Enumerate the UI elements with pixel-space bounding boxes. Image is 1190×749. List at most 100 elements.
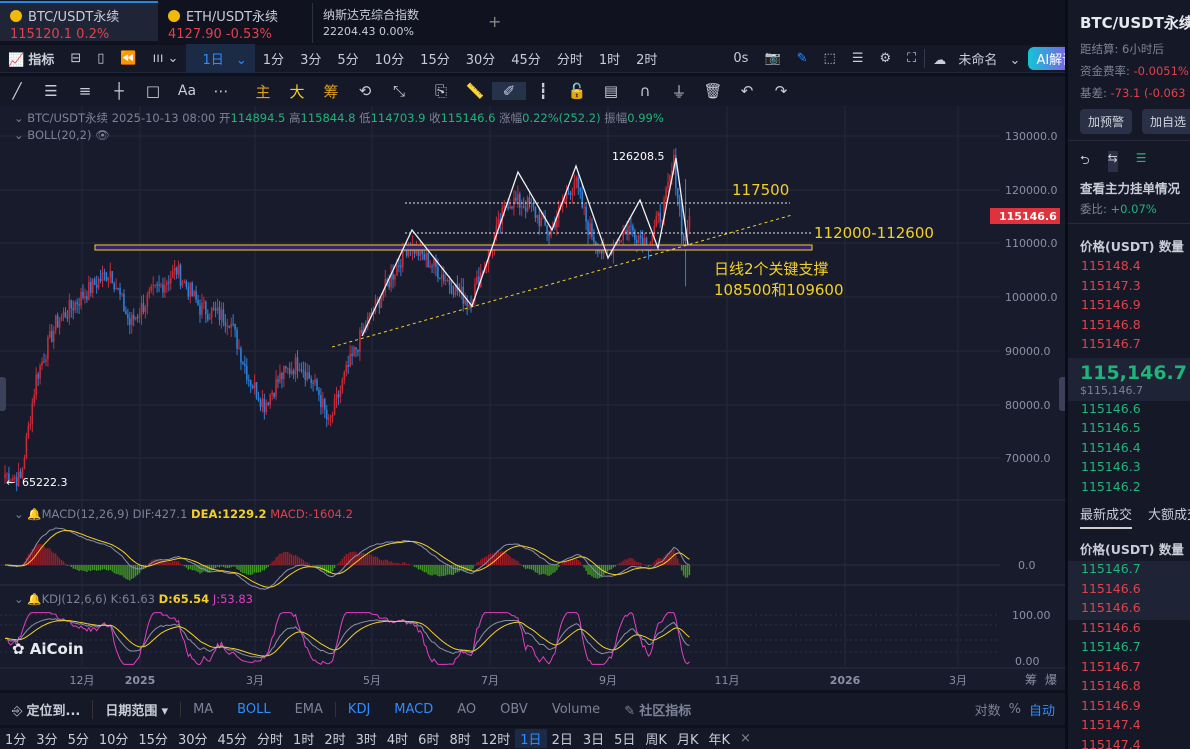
list-icon[interactable]: ☰: [844, 51, 872, 66]
community-indicators[interactable]: ✎ 社区指标: [612, 700, 703, 719]
orderbook-row[interactable]: 115146.9: [1068, 297, 1190, 317]
bottom-interval-4[interactable]: 15分: [133, 729, 173, 748]
bottom-interval-6[interactable]: 45分: [212, 729, 252, 748]
redo-icon[interactable]: ↷: [764, 82, 798, 100]
orderbook-row[interactable]: 115146.6: [1068, 401, 1190, 421]
tab-latest-trades[interactable]: 最新成交: [1080, 504, 1133, 529]
candle-type-icon[interactable]: ııı ⌄: [145, 51, 187, 66]
left-panel-handle[interactable]: [0, 377, 6, 411]
parallel-tool-icon[interactable]: ☰: [34, 82, 68, 100]
ind-ma[interactable]: MA: [180, 701, 225, 717]
orderbook-list-icon[interactable]: ☰: [1136, 151, 1147, 172]
orderbook-row[interactable]: 115146.4: [1068, 440, 1190, 460]
text-tool-icon[interactable]: Aa: [170, 83, 204, 99]
ind-ema[interactable]: EMA: [283, 702, 335, 717]
orderbook-row[interactable]: 115146.3: [1068, 459, 1190, 479]
tab-nasdaq[interactable]: 纳斯达克综合指数 22204.43 0.00%: [312, 3, 462, 43]
ind-volume[interactable]: Volume: [540, 702, 612, 717]
interval-1m[interactable]: 1分: [255, 49, 292, 68]
bottom-interval-8[interactable]: 1时: [288, 729, 319, 748]
close-intervals-button[interactable]: ×: [735, 731, 756, 746]
ind-macd[interactable]: MACD: [382, 702, 445, 717]
template-icon[interactable]: ⬚: [816, 51, 844, 66]
channel-tool-icon[interactable]: ≡: [68, 82, 102, 100]
ruler-icon[interactable]: 📏: [458, 82, 492, 100]
axis-tool[interactable]: 爆: [1045, 673, 1057, 687]
bookmark-icon[interactable]: ⎘: [424, 82, 458, 100]
orderbook-row[interactable]: 115146.7: [1068, 336, 1190, 356]
bottom-interval-11[interactable]: 4时: [382, 729, 413, 748]
layout-name-select[interactable]: ☁ 未命名 ⌄: [924, 49, 1028, 68]
ind-ao[interactable]: AO: [445, 702, 488, 717]
camera-icon[interactable]: 📷: [756, 51, 788, 66]
boll-label[interactable]: ⌄ BOLL(20,2) 👁: [14, 128, 110, 142]
main-orders-link[interactable]: 查看主力挂单情况: [1068, 172, 1190, 197]
bottom-interval-21[interactable]: 年K: [703, 729, 735, 748]
orderbook-row[interactable]: 115147.3: [1068, 278, 1190, 298]
lock-icon[interactable]: 🔓: [560, 82, 594, 100]
log-toggle[interactable]: 对数: [971, 700, 1005, 719]
interval-15m[interactable]: 15分: [412, 49, 458, 68]
interval-45m[interactable]: 45分: [503, 49, 549, 68]
trash-icon[interactable]: 🗑: [696, 82, 730, 100]
auto-toggle[interactable]: 自动: [1025, 700, 1065, 719]
pencil-icon[interactable]: ✎: [789, 51, 816, 66]
bottom-interval-18[interactable]: 5日: [609, 729, 640, 748]
interval-3m[interactable]: 3分: [292, 49, 329, 68]
calendar-icon[interactable]: ⊟: [62, 51, 89, 66]
bottom-interval-20[interactable]: 月K: [672, 729, 704, 748]
add-alert-button[interactable]: 加预警: [1080, 109, 1133, 134]
bottom-interval-2[interactable]: 5分: [63, 729, 94, 748]
bottom-interval-7[interactable]: 分时: [252, 729, 288, 748]
more-tools-icon[interactable]: ⋯: [204, 82, 238, 100]
add-favorite-button[interactable]: 加自选: [1142, 109, 1190, 134]
sync-icon[interactable]: ⟲: [348, 82, 382, 100]
magnet-icon[interactable]: ∩: [628, 82, 662, 100]
bottom-interval-13[interactable]: 8时: [444, 729, 475, 748]
bottom-interval-1[interactable]: 3分: [31, 729, 62, 748]
bottom-interval-0[interactable]: 1分: [0, 729, 31, 748]
interval-1h[interactable]: 1时: [591, 49, 628, 68]
ind-boll[interactable]: BOLL: [225, 702, 282, 717]
date-range-select[interactable]: 日期范围 ▾: [92, 699, 180, 719]
axis-tool[interactable]: 筹: [1025, 673, 1037, 687]
interval-timeshare[interactable]: 分时: [549, 49, 591, 68]
interval-5m[interactable]: 5分: [329, 49, 366, 68]
interval-10m[interactable]: 10分: [367, 49, 413, 68]
filter-icon[interactable]: ⏚: [662, 81, 696, 102]
bottom-interval-12[interactable]: 6时: [413, 729, 444, 748]
settings-icon[interactable]: ⚙: [871, 51, 899, 66]
indicator-button[interactable]: 📈 指标: [0, 49, 62, 68]
right-panel-handle[interactable]: [1059, 377, 1065, 411]
bottom-interval-5[interactable]: 30分: [173, 729, 213, 748]
main-force-button[interactable]: 主: [246, 81, 280, 102]
brush-icon[interactable]: ✐: [492, 82, 526, 100]
chips-button[interactable]: 筹: [314, 81, 348, 102]
bottom-interval-16[interactable]: 2日: [547, 729, 578, 748]
interval-30m[interactable]: 30分: [458, 49, 504, 68]
bottom-interval-14[interactable]: 12时: [476, 729, 516, 748]
bottom-interval-10[interactable]: 3时: [351, 729, 382, 748]
locate-button[interactable]: ⎆ 定位到...: [0, 700, 92, 719]
bottom-interval-19[interactable]: 周K: [640, 729, 672, 748]
tab-eth[interactable]: ETH/USDT永续 4127.90 -0.53%: [158, 3, 308, 43]
orderbook-row[interactable]: 115146.8: [1068, 317, 1190, 337]
bottom-interval-3[interactable]: 10分: [94, 729, 134, 748]
candles-icon[interactable]: ┇: [526, 82, 560, 100]
bottom-interval-17[interactable]: 3日: [578, 729, 609, 748]
bottom-interval-9[interactable]: 2时: [319, 729, 350, 748]
fullscreen-icon[interactable]: ⛶: [899, 51, 924, 66]
ind-obv[interactable]: OBV: [488, 702, 540, 717]
orderbook-row[interactable]: 115148.4: [1068, 258, 1190, 278]
orderbook-both-icon[interactable]: ⇆: [1107, 151, 1118, 172]
ind-kdj[interactable]: KDJ: [334, 701, 382, 717]
interval-select[interactable]: 1日 ⌄: [186, 44, 255, 73]
add-tab-button[interactable]: +: [488, 12, 501, 31]
orderbook-row[interactable]: 115146.5: [1068, 420, 1190, 440]
big-order-button[interactable]: 大: [280, 81, 314, 102]
replay-icon[interactable]: ⏪: [112, 51, 144, 66]
note-icon[interactable]: ▤: [594, 82, 628, 100]
bottom-interval-15[interactable]: 1日: [515, 729, 547, 748]
line-tool-icon[interactable]: ╱: [0, 82, 34, 100]
tab-large-trades[interactable]: 大额成交: [1148, 504, 1190, 529]
